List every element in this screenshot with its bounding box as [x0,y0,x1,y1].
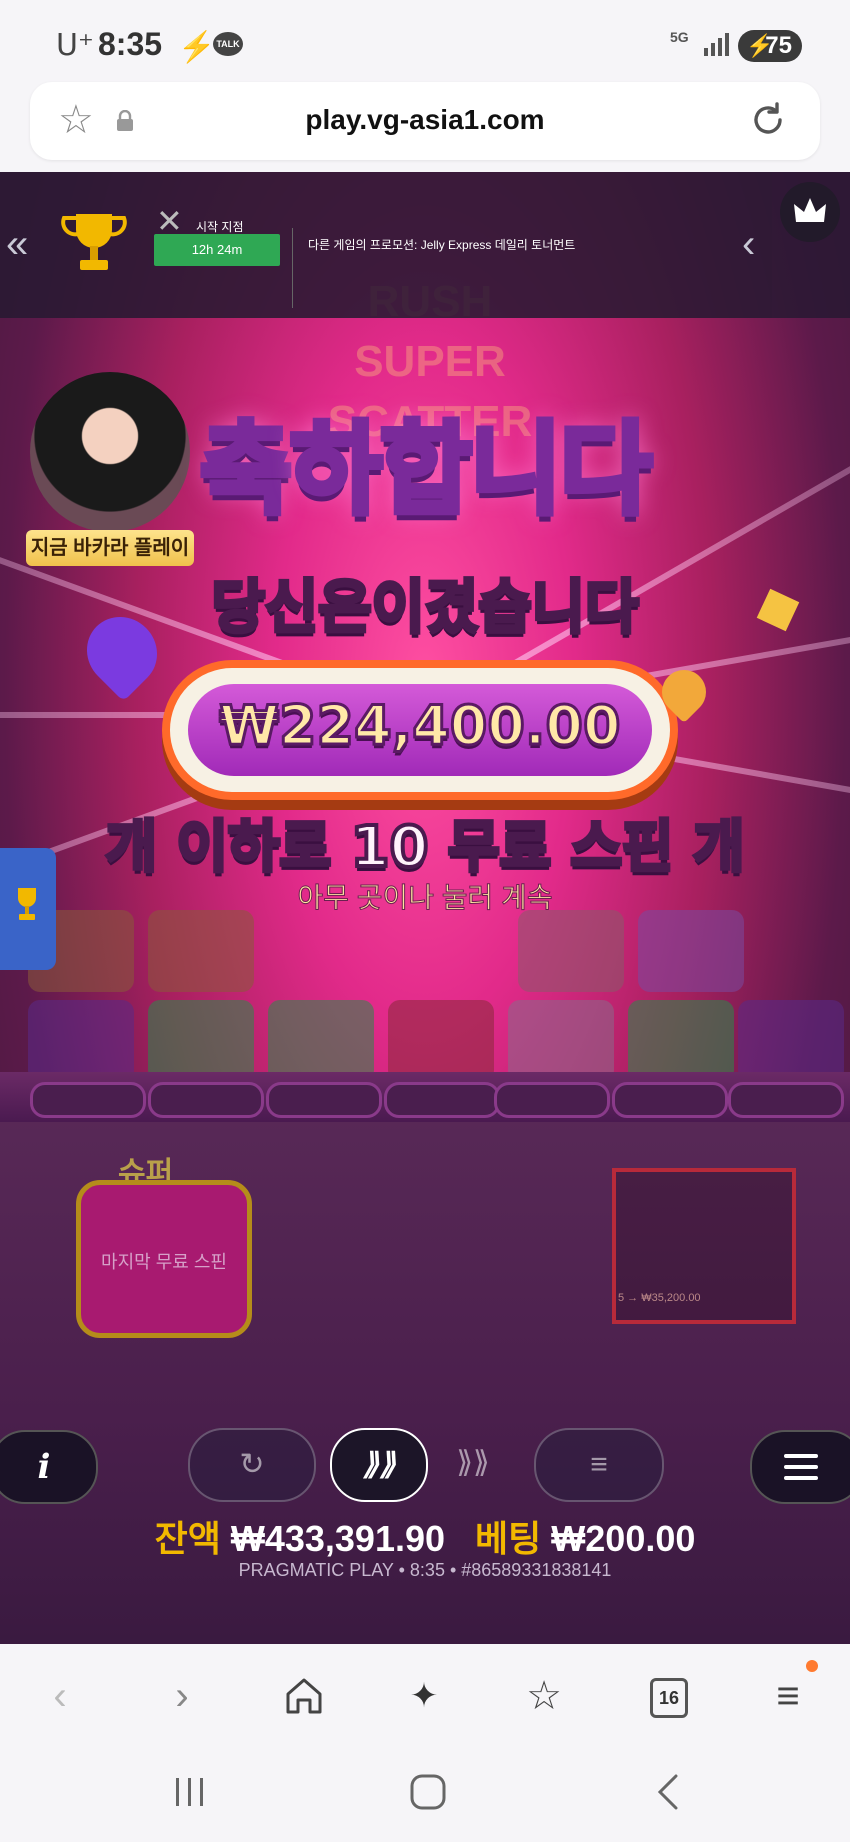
banner-prev-icon[interactable]: ‹ [742,222,755,267]
bet-mode-button[interactable]: ⟫⟫ [426,1428,520,1498]
url-text[interactable]: play.vg-asia1.com [30,104,820,136]
banner-divider [292,228,293,308]
congrats-title-part2: 하합니다 [287,408,655,531]
address-bar[interactable]: ☆ play.vg-asia1.com [30,82,820,160]
info-button[interactable]: i [0,1430,98,1504]
reel-grid [18,900,844,1090]
last-free-spin-text: 마지막 무료 스핀 [101,1252,227,1272]
trophy-icon[interactable] [10,886,44,926]
bookmarks-icon[interactable]: ☆ [514,1668,574,1724]
win-amount-inner: ₩224,400.00 [188,684,652,776]
turbo-icon: ⟫⟫ [362,1448,396,1481]
browser-toolbar: ‹ › ✦ ☆ 16 ≡ [0,1644,850,1744]
crown-button[interactable] [772,172,850,318]
promo-text[interactable]: 다른 게임의 프로모션: Jelly Express 데일리 토너먼트 [308,236,575,253]
tabs-icon[interactable]: 16 [636,1668,696,1724]
autoplay-button[interactable]: ↻ [188,1428,316,1502]
win-amount: ₩224,400.00 [218,693,622,759]
banner-collapse-icon[interactable]: « [6,222,28,267]
coins-icon: ≡ [590,1448,608,1481]
home-button-icon[interactable] [408,1772,448,1812]
tab-count: 16 [650,1678,688,1718]
kakaotalk-icon: TALK [213,32,243,56]
notification-dot [806,1660,818,1672]
bet-coins-button[interactable]: ≡ [534,1428,664,1502]
game-menu-button[interactable] [750,1430,850,1504]
bet-mode-icon: ⟫⟫ [456,1446,490,1479]
crown-icon[interactable] [780,182,840,242]
status-bar: U⁺ 8:35 ⚡ TALK 5G ⚡ 75 [0,0,850,80]
rail-slot [494,1082,610,1118]
back-icon[interactable]: ‹ [30,1668,90,1724]
you-won-text: 당신은이겼습니다 [210,571,641,643]
trophy-icon [61,214,127,270]
tap-to-continue[interactable]: 아무 곳이나 눌러 계속 [0,876,850,916]
browser-menu-icon[interactable]: ≡ [758,1668,818,1724]
battery-indicator: ⚡ 75 [738,30,802,62]
bet-value: ₩200.00 [551,1518,696,1559]
tournament-side-tab[interactable] [0,848,56,970]
rail-slot [148,1082,264,1118]
status-clock: 8:35 [98,26,163,62]
rail-slot [728,1082,844,1118]
system-nav-bar [0,1744,850,1842]
tournament-timer: 12h 24m [154,234,280,266]
game-controls: i ↻ ⟫⟫ ⟫⟫ ≡ 잔액 ₩433,391.90 베팅 ₩200.00 PR… [0,1428,850,1644]
autoplay-icon: ↻ [239,1448,265,1481]
congrats-title: 축하합니다 [0,388,850,533]
rail-slot [384,1082,500,1118]
ai-sparkle-icon[interactable]: ✦ [394,1668,454,1724]
charging-bolt-icon: ⚡ [178,31,216,64]
reload-icon[interactable] [748,100,788,140]
balance-value: ₩433,391.90 [230,1518,446,1559]
turbo-button[interactable]: ⟫⟫ [330,1428,428,1502]
claw-machine-label: 5 → ₩35,200.00 [618,1292,701,1304]
win-amount-plaque: ₩224,400.00 [170,668,670,792]
forward-icon[interactable]: › [152,1668,212,1724]
system-back-icon[interactable] [650,1772,686,1812]
tournament-banner[interactable]: « ✕ 시작 지점 12h 24m 다른 게임의 프로모션: Jelly Exp… [0,172,772,318]
start-label: 시작 지점 [196,220,244,234]
carrier-label: U⁺ [56,28,94,63]
balance-row: 잔액 ₩433,391.90 베팅 ₩200.00 [0,1510,850,1562]
recent-apps-icon[interactable] [170,1774,210,1810]
balance-label: 잔액 [154,1518,221,1559]
home-icon[interactable] [282,1674,326,1718]
game-canvas[interactable]: RUSH SUPER SCATTER 지금 바카라 플레이 « ✕ 시작 지점 … [0,172,850,1644]
rail-slot [30,1082,146,1118]
game-footer: PRAGMATIC PLAY • 8:35 • #86589331838141 [238,1560,612,1580]
free-spins-text: 개 이하로 10 무료 스핀 개 [103,813,746,882]
rail-slot [266,1082,382,1118]
network-5g-label: 5G [670,29,689,45]
congrats-title-part1: 축 [197,408,295,531]
battery-charging-icon: ⚡ [746,33,774,58]
bet-label: 베팅 [475,1518,542,1559]
rail-slot [612,1082,728,1118]
signal-icon [704,33,729,56]
